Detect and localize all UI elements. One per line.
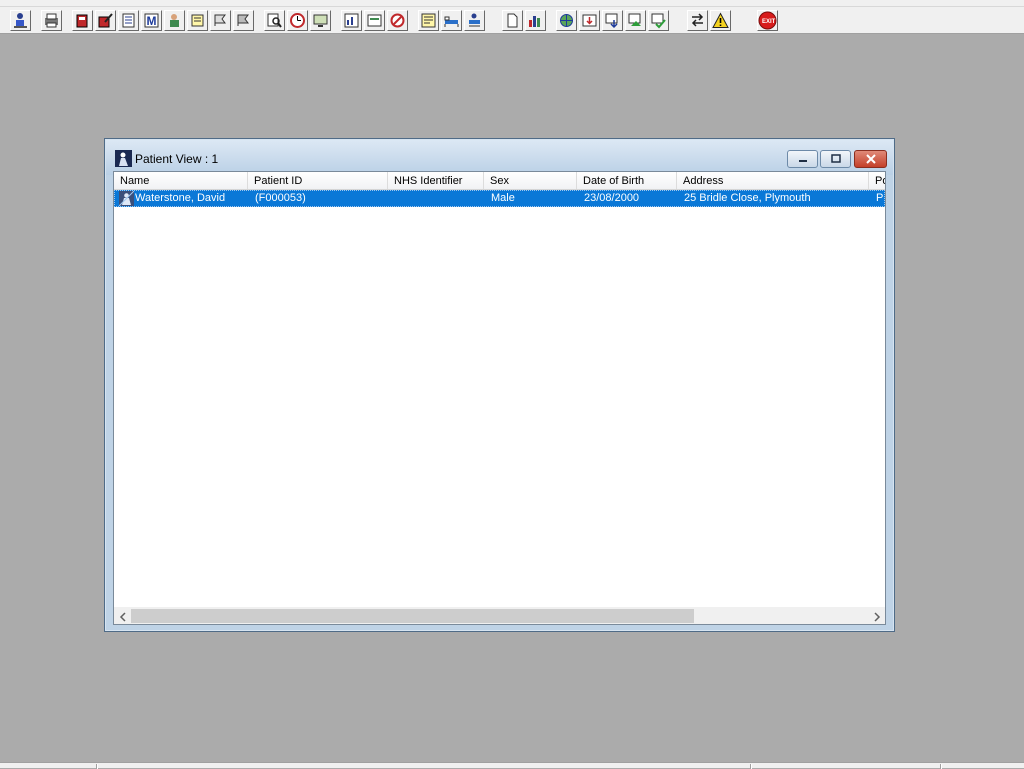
patient-icon[interactable] (10, 10, 31, 31)
scroll-thumb[interactable] (131, 609, 694, 623)
bed-icon[interactable] (441, 10, 462, 31)
search-icon[interactable] (264, 10, 285, 31)
column-header-name[interactable]: Name (114, 172, 248, 189)
swap-icon[interactable] (687, 10, 708, 31)
column-header-nhs-identifier[interactable]: NHS Identifier (388, 172, 484, 189)
cell-name: Waterstone, David (135, 192, 226, 204)
top-menu-strip (0, 0, 1024, 7)
transfer-icon[interactable] (464, 10, 485, 31)
patient-view-icon (115, 150, 132, 167)
cell-nhs-identifier (389, 191, 485, 206)
book-icon[interactable] (72, 10, 93, 31)
maximize-icon (830, 154, 841, 163)
column-header-patient-id[interactable]: Patient ID (248, 172, 388, 189)
edit-record-icon[interactable] (95, 10, 116, 31)
status-separator (96, 764, 98, 769)
status-bar (0, 762, 1024, 769)
cell-sex: Male (491, 192, 515, 204)
table-row[interactable]: Waterstone, David (F000053) Male 23/08/2… (114, 190, 885, 207)
maximize-button[interactable] (820, 150, 851, 168)
download-icon[interactable] (602, 10, 623, 31)
page-icon[interactable] (502, 10, 523, 31)
column-header-row: Name Patient ID NHS Identifier Sex Date … (114, 172, 885, 190)
status-separator (750, 764, 752, 769)
status-separator (940, 764, 942, 769)
main-toolbar: M EXIT (0, 7, 1024, 34)
warning-icon[interactable] (710, 10, 731, 31)
column-header-date-of-birth[interactable]: Date of Birth (577, 172, 677, 189)
globe-icon[interactable] (556, 10, 577, 31)
flag-icon[interactable] (210, 10, 231, 31)
flag-alt-icon[interactable] (233, 10, 254, 31)
document-list-icon[interactable] (118, 10, 139, 31)
horizontal-scrollbar[interactable] (114, 607, 885, 624)
patient-view-window: Patient View : 1 Name Patient ID NHS Ide… (104, 138, 895, 632)
window-titlebar[interactable]: Patient View : 1 (106, 140, 893, 175)
print-icon[interactable] (41, 10, 62, 31)
green-check-icon[interactable] (648, 10, 669, 31)
exit-label: EXIT (762, 19, 776, 25)
form-icon[interactable] (364, 10, 385, 31)
minimize-icon (798, 160, 807, 162)
scroll-left-arrow-icon[interactable] (114, 608, 131, 625)
clock-icon[interactable] (287, 10, 308, 31)
column-header-postcode[interactable]: Po (869, 172, 885, 189)
cell-patient-id: (F000053) (255, 192, 306, 204)
window-title: Patient View : 1 (135, 152, 219, 166)
inbox-icon[interactable] (579, 10, 600, 31)
letter-m-icon[interactable]: M (141, 10, 162, 31)
close-icon (865, 154, 876, 164)
column-header-sex[interactable]: Sex (484, 172, 577, 189)
green-arrow-icon[interactable] (625, 10, 646, 31)
bar-chart-icon[interactable] (525, 10, 546, 31)
monitor-icon[interactable] (310, 10, 331, 31)
scroll-right-arrow-icon[interactable] (868, 608, 885, 625)
column-header-address[interactable]: Address (677, 172, 869, 189)
cell-address: 25 Bridle Close, Plymouth (684, 192, 811, 204)
exit-icon[interactable]: EXIT (757, 10, 778, 31)
minimize-button[interactable] (787, 150, 818, 168)
patient-list-view: Name Patient ID NHS Identifier Sex Date … (113, 171, 886, 625)
cell-date-of-birth: 23/08/2000 (584, 192, 640, 204)
no-entry-icon[interactable] (387, 10, 408, 31)
close-button[interactable] (854, 150, 887, 168)
notes-icon[interactable] (187, 10, 208, 31)
svg-text:M: M (147, 14, 157, 28)
chart-window-icon[interactable] (341, 10, 362, 31)
doctor-icon[interactable] (164, 10, 185, 31)
memo-icon[interactable] (418, 10, 439, 31)
cell-postcode: PL (876, 192, 884, 204)
